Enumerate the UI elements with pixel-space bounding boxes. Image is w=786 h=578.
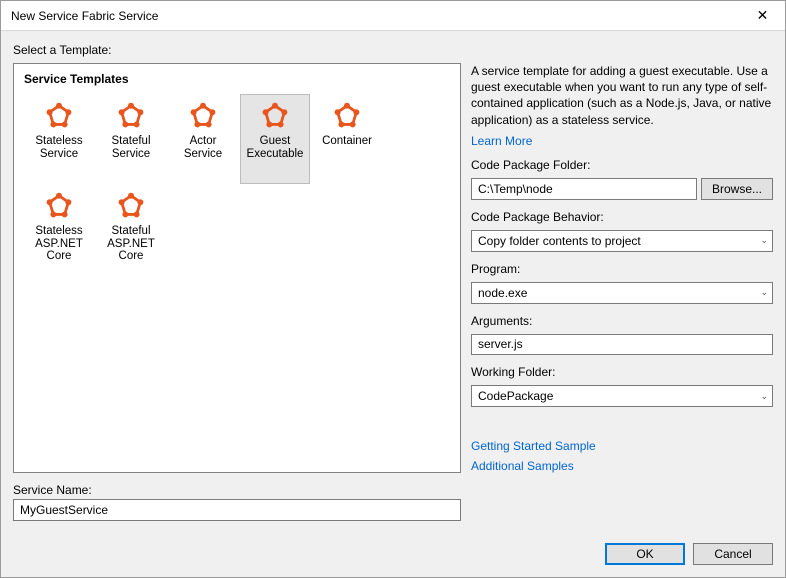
template-item[interactable]: Guest Executable	[240, 94, 310, 184]
service-name-input[interactable]	[13, 499, 461, 521]
service-name-label: Service Name:	[13, 483, 461, 497]
close-icon: ✕	[757, 7, 769, 24]
arguments-input[interactable]	[471, 334, 773, 355]
chevron-down-icon: ⌄	[760, 391, 768, 402]
window-title: New Service Fabric Service	[11, 9, 158, 23]
program-label: Program:	[471, 262, 773, 276]
template-label: Stateless ASP.NET Core	[25, 225, 93, 263]
code-package-behavior-select[interactable]: Copy folder contents to project ⌄	[471, 230, 773, 252]
template-item[interactable]: Stateful Service	[96, 94, 166, 184]
details-panel: A service template for adding a guest ex…	[471, 63, 773, 473]
template-label: Stateless Service	[25, 135, 93, 160]
service-fabric-icon	[44, 101, 74, 131]
templates-panel: Service Templates Stateless Service Stat…	[13, 63, 461, 473]
code-package-behavior-value: Copy folder contents to project	[478, 234, 641, 248]
content-area: Select a Template: Service Templates Sta…	[1, 31, 785, 533]
chevron-down-icon: ⌄	[760, 235, 768, 246]
chevron-down-icon: ⌄	[760, 287, 768, 298]
bottom-area: Service Name:	[13, 483, 773, 521]
template-label: Stateful ASP.NET Core	[97, 225, 165, 263]
code-package-behavior-label: Code Package Behavior:	[471, 210, 773, 224]
learn-more-link[interactable]: Learn More	[471, 134, 773, 148]
additional-samples-link[interactable]: Additional Samples	[471, 459, 773, 473]
browse-button[interactable]: Browse...	[701, 178, 773, 200]
working-folder-label: Working Folder:	[471, 365, 773, 379]
template-item[interactable]: Container	[312, 94, 382, 184]
ok-button[interactable]: OK	[605, 543, 685, 565]
service-fabric-icon	[260, 101, 290, 131]
template-label: Actor Service	[169, 135, 237, 160]
template-label: Container	[320, 135, 374, 148]
working-folder-select[interactable]: CodePackage ⌄	[471, 385, 773, 407]
service-fabric-icon	[116, 191, 146, 221]
select-template-label: Select a Template:	[13, 43, 773, 57]
program-value: node.exe	[478, 286, 527, 300]
working-folder-value: CodePackage	[478, 389, 553, 403]
arguments-label: Arguments:	[471, 314, 773, 328]
getting-started-link[interactable]: Getting Started Sample	[471, 439, 773, 453]
template-label: Stateful Service	[97, 135, 165, 160]
service-fabric-icon	[116, 101, 146, 131]
program-select[interactable]: node.exe ⌄	[471, 282, 773, 304]
template-label: Guest Executable	[241, 135, 309, 160]
close-button[interactable]: ✕	[740, 1, 785, 31]
service-fabric-icon	[332, 101, 362, 131]
code-package-folder-label: Code Package Folder:	[471, 158, 773, 172]
titlebar: New Service Fabric Service ✕	[1, 1, 785, 31]
cancel-button[interactable]: Cancel	[693, 543, 773, 565]
code-package-folder-input[interactable]	[471, 178, 697, 200]
dialog-window: New Service Fabric Service ✕ Select a Te…	[0, 0, 786, 578]
template-description: A service template for adding a guest ex…	[471, 63, 773, 128]
template-item[interactable]: Actor Service	[168, 94, 238, 184]
templates-grid: Stateless Service Stateful Service Actor…	[24, 94, 450, 274]
service-fabric-icon	[44, 191, 74, 221]
main-row: Service Templates Stateless Service Stat…	[13, 63, 773, 473]
templates-heading: Service Templates	[24, 72, 450, 86]
dialog-footer: OK Cancel	[1, 533, 785, 577]
template-item[interactable]: Stateless ASP.NET Core	[24, 184, 94, 274]
template-item[interactable]: Stateful ASP.NET Core	[96, 184, 166, 274]
service-fabric-icon	[188, 101, 218, 131]
template-item[interactable]: Stateless Service	[24, 94, 94, 184]
